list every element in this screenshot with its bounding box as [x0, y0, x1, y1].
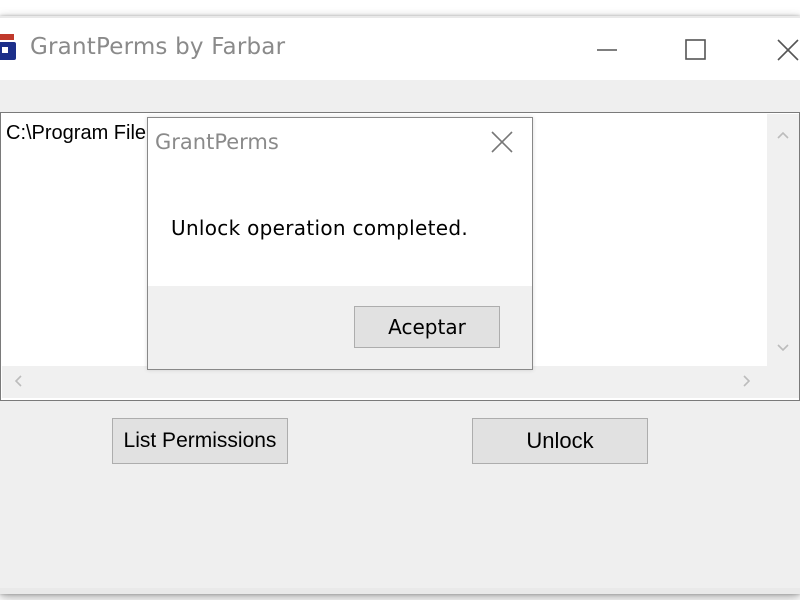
unlock-button[interactable]: Unlock [472, 418, 648, 464]
scroll-right-icon[interactable] [739, 373, 755, 389]
horizontal-scrollbar[interactable] [2, 366, 767, 398]
scroll-up-icon[interactable] [775, 127, 791, 143]
maximize-icon[interactable] [674, 30, 718, 70]
scroll-left-icon[interactable] [10, 373, 26, 389]
dialog-message: Unlock operation completed. [171, 216, 468, 240]
aceptar-button[interactable]: Aceptar [354, 306, 500, 348]
close-icon[interactable] [760, 30, 800, 70]
list-item[interactable]: C:\Program File [6, 122, 146, 145]
minimize-icon[interactable] [585, 30, 629, 70]
vertical-scrollbar[interactable] [767, 114, 799, 366]
dialog-close-icon[interactable] [489, 128, 515, 156]
scrollbar-corner [767, 366, 799, 398]
app-lock-icon [0, 34, 16, 60]
scroll-down-icon[interactable] [775, 340, 791, 356]
window-title: GrantPerms by Farbar [30, 34, 286, 60]
dialog-title: GrantPerms [155, 130, 279, 154]
list-permissions-button[interactable]: List Permissions [112, 418, 288, 464]
